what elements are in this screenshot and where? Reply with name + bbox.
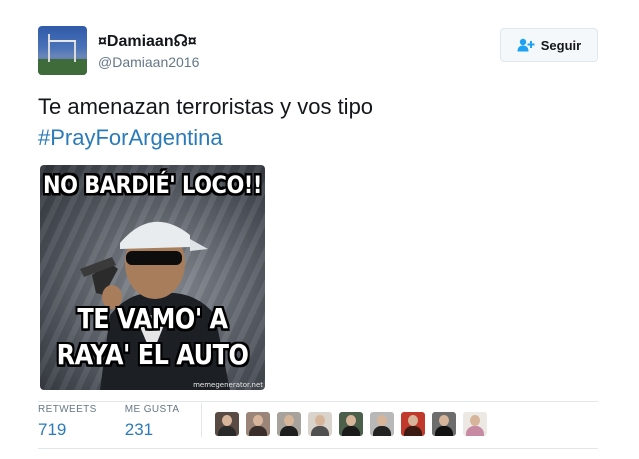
liker-avatar-5[interactable] <box>339 412 363 436</box>
author-block[interactable]: ¤Damiaan☊¤ @Damiaan2016 <box>98 32 199 71</box>
meme-caption-bottom: RAYA' EL AUTO <box>56 338 249 372</box>
liker-avatar-1[interactable] <box>215 412 239 436</box>
liker-avatar-6[interactable] <box>370 412 394 436</box>
stats-bottom-divider <box>38 448 598 449</box>
liker-body <box>466 426 484 436</box>
likes-label: ME GUSTA <box>124 404 180 415</box>
add-user-icon <box>517 38 535 52</box>
liker-body <box>404 426 422 436</box>
avatar-crossbar <box>48 40 76 42</box>
liker-head <box>346 415 356 426</box>
liker-body <box>435 426 453 436</box>
liker-body <box>373 426 391 436</box>
liker-avatar-2[interactable] <box>246 412 270 436</box>
follow-button-label: Seguir <box>540 37 582 53</box>
liker-head <box>315 415 325 426</box>
stats-top-divider <box>38 401 598 402</box>
stats-separator <box>201 403 202 437</box>
avatar-pole <box>74 40 76 62</box>
tweet-text-line: Te amenazan terroristas y vos tipo <box>38 94 374 119</box>
liker-head <box>253 415 263 426</box>
liker-head <box>408 415 418 426</box>
hashtag-link[interactable]: #PrayForArgentina <box>38 122 598 153</box>
retweets-stat[interactable]: RETWEETS 719 <box>38 403 111 441</box>
liker-avatar-3[interactable] <box>277 412 301 436</box>
liker-head <box>470 415 480 426</box>
meme-watermark: memegenerator.net <box>193 381 263 389</box>
liker-head <box>284 415 294 426</box>
liker-body <box>311 426 329 436</box>
liker-avatar-7[interactable] <box>401 412 425 436</box>
avatar-ground <box>38 59 87 75</box>
liker-body <box>342 426 360 436</box>
liker-body <box>280 426 298 436</box>
likes-count: 231 <box>124 420 154 439</box>
liker-avatar-8[interactable] <box>432 412 456 436</box>
liker-avatar-9[interactable] <box>463 412 487 436</box>
meme-caption-bottom: TE VAMO' A <box>77 302 228 336</box>
author-handle[interactable]: @Damiaan2016 <box>98 53 199 71</box>
tweet-text: Te amenazan terroristas y vos tipo #Pray… <box>38 91 598 153</box>
liker-head <box>222 415 232 426</box>
liker-head <box>377 415 387 426</box>
tweet-media-image[interactable]: NO BARDIÉ' LOCO!! TE VAMO' A RAYA' EL AU… <box>40 165 265 390</box>
liker-avatar-4[interactable] <box>308 412 332 436</box>
likes-stat[interactable]: ME GUSTA 231 <box>111 403 194 441</box>
meme-caption-top: NO BARDIÉ' LOCO!! <box>43 171 262 199</box>
likers-avatar-list <box>215 412 487 436</box>
tweet-stats: RETWEETS 719 ME GUSTA 231 <box>38 403 193 443</box>
author-display-name[interactable]: ¤Damiaan☊¤ <box>98 32 199 51</box>
profile-avatar[interactable] <box>38 26 87 75</box>
liker-head <box>439 415 449 426</box>
retweets-count: 719 <box>38 420 67 439</box>
retweets-label: RETWEETS <box>38 404 97 415</box>
liker-body <box>249 426 267 436</box>
avatar-pole <box>48 34 50 62</box>
liker-body <box>218 426 236 436</box>
follow-button[interactable]: Seguir <box>500 28 598 62</box>
